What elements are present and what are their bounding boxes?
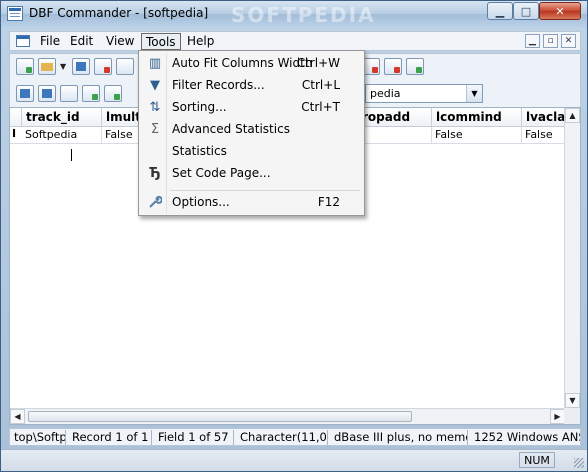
menu-item-advanced-statistics[interactable]: Σ Advanced Statistics	[141, 119, 362, 140]
table-cell[interactable]: False	[432, 127, 522, 144]
search-combo-value: pedia	[370, 87, 401, 100]
column-header[interactable]: lcommind	[432, 108, 522, 127]
status-bar: top\Softp Record 1 of 1 Field 1 of 57 Ch…	[9, 428, 581, 446]
scroll-left-button[interactable]: ◀	[10, 409, 25, 424]
window-title: DBF Commander - [softpedia]	[29, 6, 209, 20]
sort-icon: ⇅	[149, 100, 161, 115]
resize-grip-icon[interactable]	[574, 458, 584, 468]
status-type: Character(11,0)	[236, 430, 328, 445]
status-path: top\Softp	[10, 430, 66, 445]
title-bar[interactable]: DBF Commander - [softpedia] SOFTPEDIA ▁ …	[1, 1, 587, 27]
toolbar-row-1-right	[362, 58, 424, 75]
codepage-icon: Ђ	[149, 166, 161, 181]
menu-item-shortcut: Ctrl+L	[301, 78, 340, 92]
row-cursor-icon: I	[12, 127, 17, 140]
tools-menu-dropdown: ▥ Auto Fit Columns Width Ctrl+W ▼ Filter…	[138, 50, 365, 216]
minimize-button[interactable]: ▁	[487, 2, 513, 20]
wrench-icon	[147, 195, 163, 210]
menu-item-code-page[interactable]: Ђ Set Code Page...	[141, 163, 362, 184]
scroll-right-button[interactable]: ▶	[550, 409, 565, 424]
menu-bar: File Edit View Tools Help ▁ ▫ ✕	[9, 31, 581, 51]
save-icon[interactable]	[72, 58, 90, 75]
menu-item-label: Auto Fit Columns Width	[172, 56, 313, 70]
status-field: Field 1 of 57	[154, 430, 234, 445]
menu-help[interactable]: Help	[183, 33, 218, 50]
horizontal-scroll-thumb[interactable]	[28, 411, 412, 422]
filter-icon: ▼	[150, 78, 160, 93]
toolbar-row-1: ▼	[16, 58, 134, 75]
menu-separator	[170, 190, 360, 191]
menu-item-shortcut: F12	[317, 195, 340, 209]
vertical-scrollbar[interactable]: ▲ ▼	[564, 108, 580, 408]
menu-item-filter[interactable]: ▼ Filter Records... Ctrl+L	[141, 75, 362, 96]
next-record-icon[interactable]	[82, 85, 100, 102]
watermark: SOFTPEDIA	[231, 3, 376, 27]
menu-file[interactable]: File	[36, 33, 64, 50]
status-format: dBase III plus, no memo	[330, 430, 468, 445]
table-cell[interactable]: False	[522, 127, 570, 144]
maximize-button[interactable]: □	[513, 2, 539, 20]
columns-icon: ▥	[148, 56, 162, 71]
menu-item-label: Statistics	[172, 144, 227, 158]
menu-item-auto-fit[interactable]: ▥ Auto Fit Columns Width Ctrl+W	[141, 53, 362, 74]
menu-item-label: Advanced Statistics	[172, 122, 290, 136]
table-view-icon[interactable]	[38, 85, 56, 102]
status-record: Record 1 of 1	[68, 430, 152, 445]
status-codepage: 1252 Windows ANSI	[474, 430, 581, 444]
sigma-icon: Σ	[150, 122, 160, 137]
close-table-icon[interactable]	[94, 58, 112, 75]
text-caret	[71, 149, 72, 161]
num-lock-indicator: NUM	[519, 452, 555, 468]
menu-item-label: Options...	[172, 195, 230, 209]
column-header[interactable]: track_id	[22, 108, 102, 127]
bottom-status-strip: NUM	[1, 449, 587, 471]
menu-edit[interactable]: Edit	[66, 33, 97, 50]
app-icon[interactable]	[7, 6, 23, 21]
document-icon[interactable]	[16, 35, 30, 47]
menu-item-shortcut: Ctrl+T	[301, 100, 340, 114]
column-header[interactable]: lvaclan	[522, 108, 570, 127]
menu-view[interactable]: View	[102, 33, 138, 50]
mdi-restore-button[interactable]: ▫	[543, 34, 558, 48]
menu-item-label: Filter Records...	[172, 78, 265, 92]
search-combo[interactable]: pedia ▼	[365, 84, 483, 103]
scroll-corner	[564, 408, 580, 424]
mdi-minimize-button[interactable]: ▁	[525, 34, 540, 48]
app-window: DBF Commander - [softpedia] SOFTPEDIA ▁ …	[0, 0, 588, 472]
mdi-controls: ▁ ▫ ✕	[525, 34, 576, 48]
chevron-down-icon[interactable]: ▼	[466, 85, 482, 102]
close-button[interactable]: ✕	[539, 2, 581, 20]
horizontal-scrollbar[interactable]: ◀ ▶	[10, 408, 566, 424]
export-icon[interactable]	[406, 58, 424, 75]
prev-record-icon[interactable]	[104, 85, 122, 102]
pack-icon[interactable]	[384, 58, 402, 75]
window-controls: ▁ □ ✕	[487, 2, 581, 20]
print-icon[interactable]	[116, 58, 134, 75]
scroll-up-button[interactable]: ▲	[565, 108, 580, 123]
mdi-close-button[interactable]: ✕	[561, 34, 576, 48]
menu-item-label: Sorting...	[172, 100, 227, 114]
menu-item-shortcut: Ctrl+W	[296, 56, 340, 70]
row-indicator-header	[10, 108, 22, 127]
toolbar-row-2	[16, 85, 122, 102]
menu-item-label: Set Code Page...	[172, 166, 271, 180]
menu-item-options[interactable]: Options... F12	[141, 192, 362, 213]
open-folder-icon[interactable]	[38, 58, 56, 75]
new-table-icon[interactable]	[16, 58, 34, 75]
open-dropdown-arrow[interactable]: ▼	[60, 62, 68, 71]
menu-item-sorting[interactable]: ⇅ Sorting... Ctrl+T	[141, 97, 362, 118]
menu-tools[interactable]: Tools	[141, 33, 181, 50]
structure-icon[interactable]	[16, 85, 34, 102]
scroll-down-button[interactable]: ▼	[565, 393, 580, 408]
menu-item-statistics[interactable]: Statistics	[141, 141, 362, 162]
grid-icon[interactable]	[60, 85, 78, 102]
table-cell[interactable]: Softpedia	[22, 127, 102, 144]
